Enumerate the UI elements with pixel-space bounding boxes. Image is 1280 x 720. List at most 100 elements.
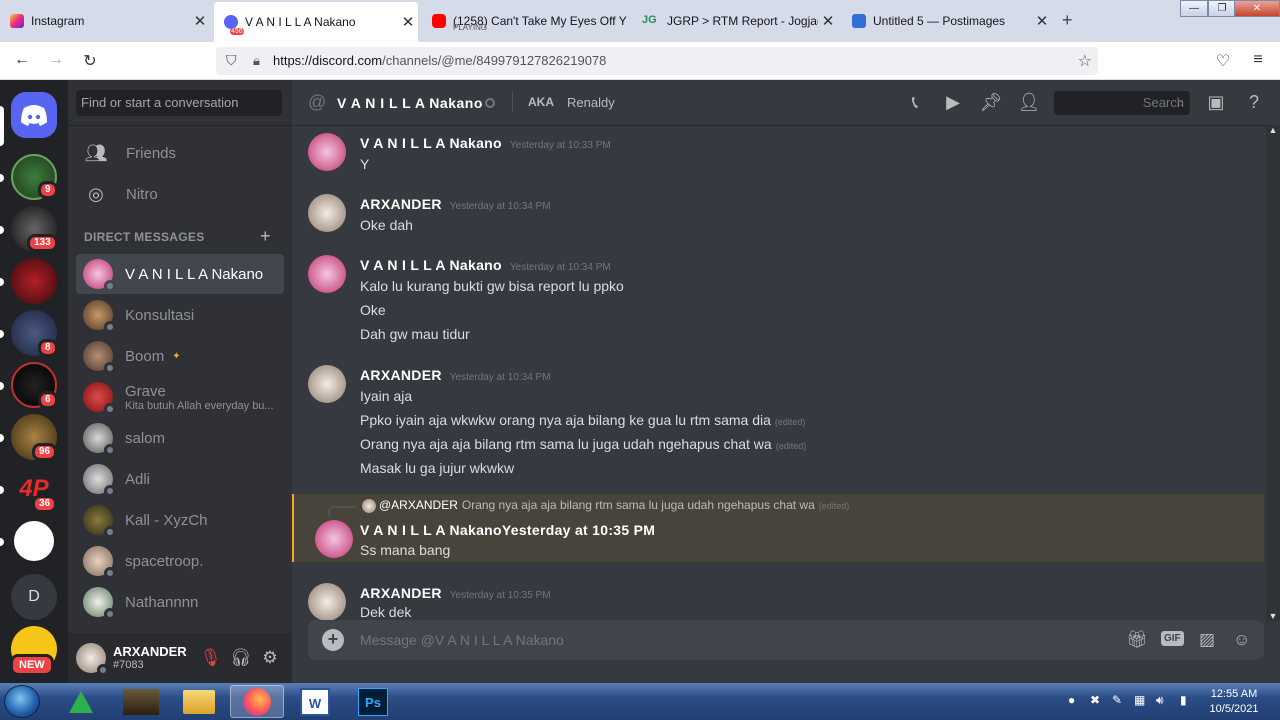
server-icon-3[interactable] xyxy=(11,258,57,304)
message-composer[interactable]: + Message @V A N I L L A Nakano 🎁︎ GIF ▨… xyxy=(308,620,1264,660)
avatar xyxy=(83,546,116,579)
message-author[interactable]: ARXANDER Yesterday at 10:34 PM xyxy=(360,196,551,212)
avatar[interactable] xyxy=(308,583,346,621)
firefox-icon[interactable] xyxy=(230,685,284,718)
app-game-icon[interactable] xyxy=(114,685,168,718)
dm-item[interactable]: Adli xyxy=(76,459,284,499)
unread-indicator xyxy=(0,382,4,390)
address-bar[interactable]: ⛉ 🔒︎ https://discord.com/channels/@me/84… xyxy=(216,47,1098,75)
dm-item[interactable]: Grave Kita butuh Allah everyday bu... xyxy=(76,377,284,417)
avatar[interactable] xyxy=(76,643,109,676)
reply-preview[interactable]: @ARXANDER Orang nya aja aja bilang rtm sa… xyxy=(362,498,849,513)
unread-indicator xyxy=(0,278,4,286)
create-dm-icon[interactable]: + xyxy=(260,226,271,247)
message-author[interactable]: V A N I L L A Nakano Yesterday at 10:34 P… xyxy=(360,257,611,273)
avatar[interactable] xyxy=(308,133,346,171)
dm-item[interactable]: salom xyxy=(76,418,284,458)
dm-item[interactable]: spacetroop. xyxy=(76,541,284,581)
tray-icon-1[interactable]: ● xyxy=(1068,693,1075,707)
browser-tab-postimages[interactable]: Untitled 5 — Postimages ✕ xyxy=(842,0,1052,42)
youtube-icon xyxy=(432,14,446,28)
gear-icon[interactable]: ⚙ xyxy=(260,648,280,668)
dm-item[interactable]: Konsultasi xyxy=(76,295,284,335)
add-friends-icon[interactable]: 👤︎ xyxy=(1017,92,1041,113)
unread-indicator xyxy=(0,538,4,546)
message-author[interactable]: V A N I L L A Nakano Yesterday at 10:33 P… xyxy=(360,135,611,151)
server-icon-8[interactable] xyxy=(11,518,57,564)
browser-tab-bar: Instagram ✕ 456 V A N I L L A Nakano ✕ (… xyxy=(0,0,1280,42)
close-window-button[interactable]: ✕ xyxy=(1234,0,1280,17)
maximize-button[interactable]: ❐ xyxy=(1208,0,1236,17)
dm-item[interactable]: Kall - XyzCh xyxy=(76,500,284,540)
browser-tab-youtube[interactable]: (1258) Can't Take My Eyes Off Y PLAYING xyxy=(422,0,628,42)
message-input[interactable]: Message @V A N I L L A Nakano xyxy=(360,632,564,648)
file-explorer-icon[interactable] xyxy=(172,685,226,718)
browser-tab-jgrp[interactable]: JG JGRP > RTM Report - Jogjagam ✕ xyxy=(632,0,838,42)
server-icon-d[interactable]: D xyxy=(11,574,57,620)
discord-home-button[interactable] xyxy=(11,92,57,138)
message-text: Dah gw mau tidur xyxy=(360,326,470,342)
forward-arrow-icon[interactable]: → xyxy=(46,51,66,69)
url-text[interactable]: https://discord.com/channels/@me/8499791… xyxy=(273,53,606,68)
unread-indicator xyxy=(0,174,4,182)
pocket-icon[interactable]: ♡ xyxy=(1213,51,1233,71)
avatar[interactable] xyxy=(308,194,346,232)
message-author[interactable]: ARXANDER Yesterday at 10:34 PM xyxy=(360,367,551,383)
word-icon[interactable]: W xyxy=(288,685,342,718)
avatar[interactable] xyxy=(315,520,353,558)
minimize-button[interactable]: — xyxy=(1180,0,1208,17)
headphones-icon[interactable]: 🎧︎ xyxy=(230,648,252,668)
avatar[interactable] xyxy=(308,365,346,403)
clock[interactable]: 12:55 AM 10/5/2021 xyxy=(1204,687,1264,717)
upload-plus-icon[interactable]: + xyxy=(322,629,344,651)
tray-icon-3[interactable]: ✎ xyxy=(1112,693,1122,707)
dm-item[interactable]: V A N I L L A Nakano xyxy=(76,254,284,294)
video-call-icon[interactable]: ▶ xyxy=(941,92,965,113)
close-tab-icon[interactable]: ✕ xyxy=(398,13,418,31)
clock-date: 10/5/2021 xyxy=(1209,703,1259,715)
sidebar-item-nitro[interactable]: ◎ Nitro xyxy=(76,174,284,214)
app-triangle-icon[interactable] xyxy=(56,685,106,718)
reload-icon[interactable]: ↻ xyxy=(80,51,100,71)
lock-icon[interactable]: 🔒︎ xyxy=(253,53,260,69)
voice-call-icon[interactable]: 📞︎ xyxy=(903,92,927,113)
volume-icon[interactable]: 🔊︎ xyxy=(1156,693,1164,708)
photoshop-icon[interactable]: Ps xyxy=(346,685,400,718)
dm-item[interactable]: Boom ✦ xyxy=(76,336,284,376)
browser-tab-discord[interactable]: 456 V A N I L L A Nakano ✕ xyxy=(214,2,418,42)
network-icon[interactable]: ▮ xyxy=(1180,693,1187,707)
browser-tab-instagram[interactable]: Instagram ✕ xyxy=(0,0,210,42)
emoji-icon[interactable]: ☺ xyxy=(1233,630,1250,650)
close-tab-icon[interactable]: ✕ xyxy=(190,12,210,30)
gift-icon[interactable]: 🎁︎ xyxy=(1126,630,1148,650)
menu-icon[interactable]: ≡ xyxy=(1248,51,1268,69)
gif-button[interactable]: GIF xyxy=(1161,631,1184,646)
find-conversation-button[interactable]: Find or start a conversation xyxy=(76,90,282,116)
help-icon[interactable]: ? xyxy=(1242,92,1266,113)
mute-microphone-icon[interactable]: 🎙︎ xyxy=(200,648,222,668)
unread-indicator xyxy=(0,434,4,442)
pin-icon[interactable]: 📌︎ xyxy=(979,92,1003,113)
scrollbar[interactable]: ▲ ▼ xyxy=(1266,125,1280,621)
message-author[interactable]: ARXANDER Yesterday at 10:35 PM xyxy=(360,585,551,601)
close-tab-icon[interactable]: ✕ xyxy=(1032,12,1052,30)
at-icon: @ xyxy=(308,92,327,112)
avatar[interactable] xyxy=(308,255,346,293)
message-author[interactable]: V A N I L L A NakanoYesterday at 10:35 P… xyxy=(360,522,655,538)
tray-icon-2[interactable]: ✖ xyxy=(1090,693,1100,707)
sidebar-item-friends[interactable]: 👥︎ Friends xyxy=(76,133,284,173)
close-tab-icon[interactable]: ✕ xyxy=(818,12,838,30)
bookmark-star-icon[interactable]: ☆ xyxy=(1078,51,1092,71)
dm-item[interactable]: Nathannnn xyxy=(76,582,284,622)
tracking-shield-icon[interactable]: ⛉ xyxy=(226,52,237,69)
search-input[interactable]: Search ⌕ xyxy=(1054,91,1190,115)
friends-icon: 👥︎ xyxy=(84,142,108,163)
mentioned-message: @ARXANDER Orang nya aja aja bilang rtm sa… xyxy=(292,494,1264,562)
tray-icon-4[interactable]: ▦ xyxy=(1134,693,1145,707)
back-arrow-icon[interactable]: ← xyxy=(12,51,32,69)
sticker-icon[interactable]: ▨ xyxy=(1199,630,1215,650)
username[interactable]: ARXANDER xyxy=(113,644,187,659)
new-tab-button[interactable]: + xyxy=(1062,10,1073,31)
start-button[interactable] xyxy=(4,685,40,718)
inbox-icon[interactable]: ▣ xyxy=(1204,92,1228,113)
